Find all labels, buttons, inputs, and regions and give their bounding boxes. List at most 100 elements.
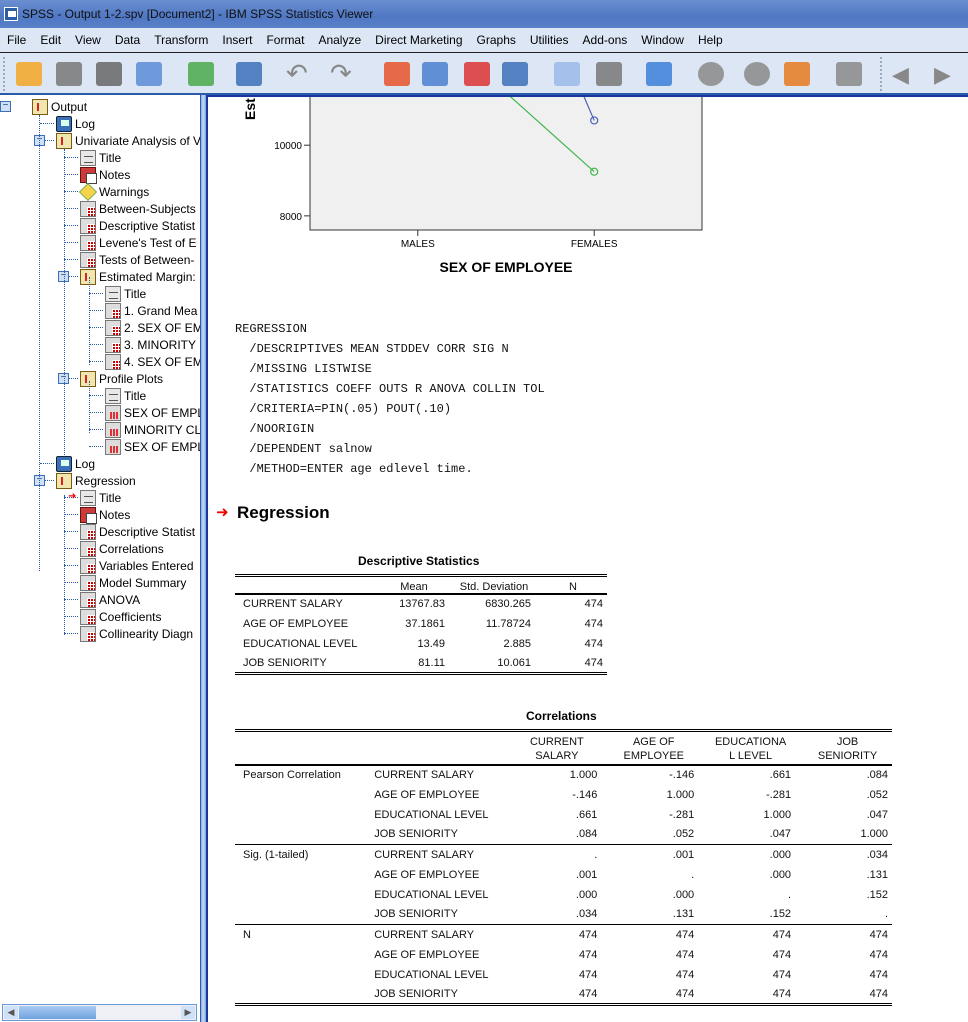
x-axis-title: SEX OF EMPLOYEE (439, 259, 572, 275)
print-preview-button[interactable] (134, 59, 164, 89)
outline-item-log[interactable]: Log (56, 455, 95, 472)
menu-add-ons[interactable]: Add-ons (576, 33, 635, 47)
demote-button[interactable] (742, 59, 772, 89)
cell-value: .047 (769, 828, 792, 841)
forward-button[interactable]: ▶ (932, 59, 962, 89)
row-label: EDUCATIONAL LEVEL (243, 637, 358, 650)
outline-item-univariate-analysis-of-v[interactable]: Univariate Analysis of V (56, 132, 200, 149)
outline-item-title[interactable]: Title (80, 149, 121, 166)
outline-item-correlations[interactable]: Correlations (80, 540, 164, 557)
outline-pane[interactable]: Output − Log Univariate Analysis of V − Title… (0, 95, 201, 1022)
toolbar-grip[interactable] (880, 57, 883, 91)
outline-item-3-minority[interactable]: 3. MINORITY (105, 336, 196, 353)
outline-item-notes[interactable]: Notes (80, 506, 130, 524)
outline-item-profile-plots[interactable]: Profile Plots (80, 370, 163, 387)
export-button[interactable] (186, 59, 216, 89)
outline-item-notes[interactable]: Notes (80, 166, 130, 184)
tree-connector (64, 514, 78, 515)
insert-cases-button[interactable] (462, 59, 492, 89)
plot-area (309, 97, 703, 231)
save-button[interactable] (54, 59, 84, 89)
designate-window-icon (646, 62, 672, 86)
cell-value: 474 (584, 598, 603, 610)
outline-item-2-sex-of-em[interactable]: 2. SEX OF EM (105, 319, 200, 336)
outline-item-tests-of-between[interactable]: Tests of Between- (80, 251, 194, 268)
outline-item-levene-s-test-of-e[interactable]: Levene's Test of E (80, 234, 196, 251)
outline-horizontal-scrollbar[interactable]: ◀ ▶ (2, 1004, 197, 1021)
use-sets-button[interactable] (594, 59, 624, 89)
outline-item-sex-of-empl[interactable]: SEX OF EMPL (105, 404, 200, 421)
print-button[interactable] (94, 59, 124, 89)
back-button[interactable]: ◀ (890, 59, 920, 89)
menu-graphs[interactable]: Graphs (470, 33, 523, 47)
tree-connector (40, 123, 54, 124)
descriptives-table[interactable]: Mean Std. Deviation N CURRENT SALARY 13767.8… (235, 574, 607, 675)
column-header: CURRENT SALARY (504, 729, 602, 766)
table-row: N CURRENT SALARY 474 474 474 474 (235, 924, 892, 945)
open-button[interactable] (14, 59, 44, 89)
outline-item-log[interactable]: Log (56, 115, 95, 132)
undo-button[interactable]: ↶ (284, 59, 314, 89)
menu-file[interactable]: File (0, 33, 33, 47)
outline-item-title[interactable]: Title (105, 285, 146, 302)
collapse-toggle[interactable]: − (0, 101, 11, 112)
cell-value: .000 (769, 868, 792, 881)
menu-help[interactable]: Help (691, 33, 730, 47)
menu-analyze[interactable]: Analyze (311, 33, 368, 47)
app-icon (4, 7, 18, 21)
promote-button[interactable] (696, 59, 726, 89)
cell-value: 37.1861 (405, 617, 445, 630)
table-row: CURRENT SALARY 13767.83 6830.265 474 (235, 594, 607, 614)
scroll-left-icon[interactable]: ◀ (4, 1006, 18, 1019)
menu-view[interactable]: View (68, 33, 108, 47)
run-script-button[interactable] (782, 59, 812, 89)
outline-item-descriptive-statist[interactable]: Descriptive Statist (80, 217, 195, 234)
cell-value: 474 (869, 948, 888, 961)
outline-item-descriptive-statist[interactable]: Descriptive Statist (80, 523, 195, 540)
menu-utilities[interactable]: Utilities (523, 33, 576, 47)
variables-button[interactable] (500, 59, 530, 89)
correlations-table[interactable]: CURRENT SALARY AGE OF EMPLOYEE EDUCATIONA L L… (235, 729, 892, 1006)
outline-item-model-summary[interactable]: Model Summary (80, 574, 186, 591)
outline-item-anova[interactable]: ANOVA (80, 591, 140, 608)
outline-item-warnings[interactable]: Warnings (78, 182, 149, 201)
toolbar-grip[interactable] (3, 57, 6, 91)
goto-case-button[interactable] (382, 59, 412, 89)
recall-dialog-button[interactable] (234, 59, 264, 89)
show-all-variables-button[interactable] (552, 59, 582, 89)
outline-item-sex-of-empl[interactable]: SEX OF EMPL (105, 438, 200, 455)
column-header (235, 574, 375, 595)
outline-item-between-subjects[interactable]: Between-Subjects (80, 200, 196, 217)
outline-item-coefficients[interactable]: Coefficients (80, 608, 161, 625)
menu-format[interactable]: Format (259, 33, 311, 47)
table-icon (80, 574, 96, 591)
scrollbar-thumb[interactable] (19, 1006, 96, 1019)
outline-item-minority-cl[interactable]: MINORITY CL (105, 421, 200, 438)
menu-insert[interactable]: Insert (215, 33, 259, 47)
outline-item-regression[interactable]: Regression (56, 472, 136, 489)
outline-item-output[interactable]: Output (32, 98, 87, 115)
row-label: EDUCATIONAL LEVEL (374, 968, 489, 981)
menu-direct-marketing[interactable]: Direct Marketing (368, 33, 469, 47)
designate-window-button[interactable] (644, 59, 674, 89)
outline-item-4-sex-of-em[interactable]: 4. SEX OF EM (105, 353, 200, 370)
scroll-right-icon[interactable]: ▶ (181, 1006, 195, 1019)
book-icon (80, 370, 96, 387)
menu-window[interactable]: Window (634, 33, 691, 47)
outline-item-estimated-margin[interactable]: Estimated Margin: (80, 268, 196, 285)
goto-variable-button[interactable] (420, 59, 450, 89)
redo-button[interactable]: ↷ (328, 59, 358, 89)
outline-item-1-grand-mea[interactable]: 1. Grand Mea (105, 302, 197, 319)
menu-transform[interactable]: Transform (147, 33, 215, 47)
collapse-button[interactable] (834, 59, 864, 89)
menu-data[interactable]: Data (108, 33, 147, 47)
profile-plot[interactable]: Est 10000 8000 MALES FEMALES SEX OF EMPLOYEE (233, 95, 733, 285)
outline-item-title[interactable]: Title (105, 387, 146, 404)
menu-edit[interactable]: Edit (33, 33, 68, 47)
outline-item-title[interactable]: Title (80, 489, 121, 506)
y-axis-label: Est (242, 98, 258, 120)
show-all-variables-icon (554, 62, 580, 86)
outline-item-variables-entered[interactable]: Variables Entered (80, 557, 194, 574)
tree-connector (64, 633, 78, 634)
outline-item-collinearity-diagn[interactable]: Collinearity Diagn (80, 625, 193, 642)
